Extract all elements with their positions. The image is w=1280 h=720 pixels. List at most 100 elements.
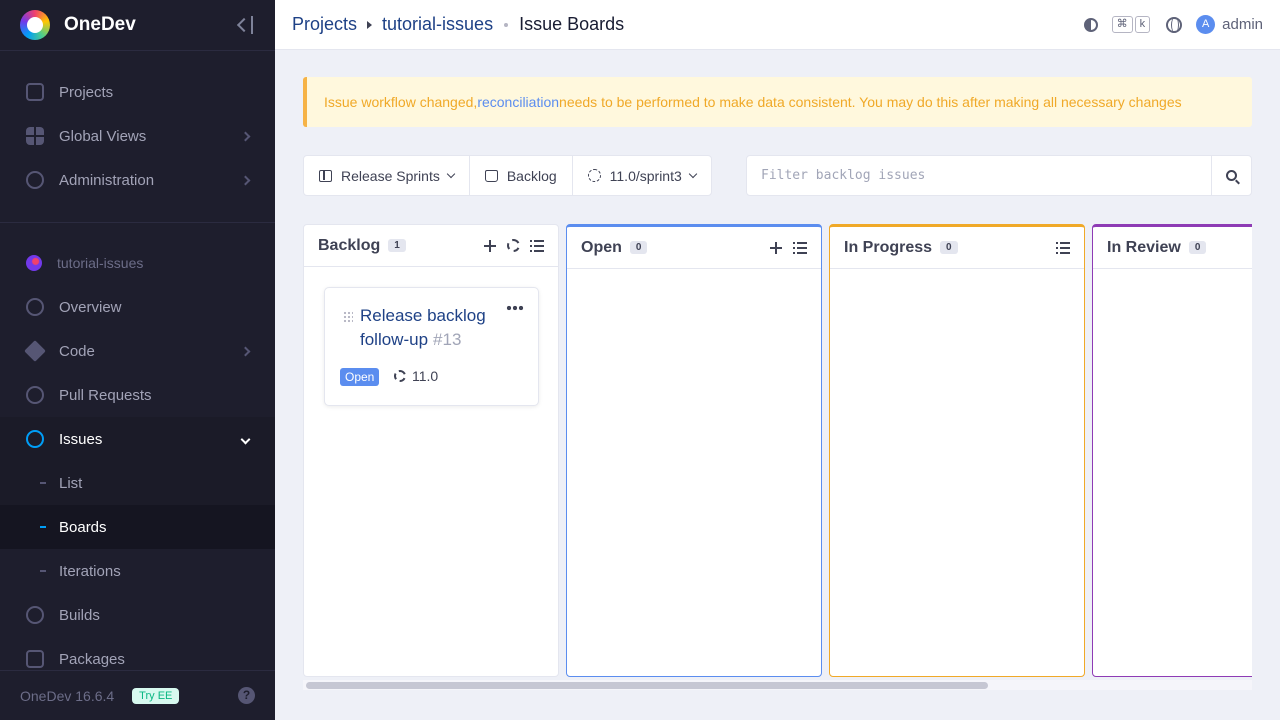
sidebar-item-label: Global Views [59,127,147,145]
sidebar-subitem-label: Iterations [59,562,121,580]
sidebar-item-administration[interactable]: Administration [0,158,275,202]
chevron-down-icon [240,434,251,444]
collapse-sidebar-icon[interactable] [235,15,255,35]
list-icon[interactable] [530,238,544,253]
project-name: tutorial-issues [57,255,144,271]
sidebar-item-label: Pull Requests [59,386,152,404]
board-column-backlog: Backlog 1 Release backlog follow-up #13 O… [303,224,559,677]
sidebar-item-label: Builds [59,606,100,624]
drag-handle-icon[interactable] [343,311,353,323]
topbar-actions: ⌘ k A admin [1083,15,1263,34]
sidebar-item-label: Administration [59,171,155,189]
chevron-right-icon [240,131,251,141]
sidebar-item-builds[interactable]: Builds [0,593,275,637]
divider [0,222,275,223]
sidebar-item-global-views[interactable]: Global Views [0,114,275,158]
page-title: Issue Boards [519,14,625,34]
theme-toggle-icon[interactable] [1083,17,1098,32]
column-actions [1046,240,1070,255]
alert-text-suffix: needs to be performed to make data consi… [559,94,1182,110]
try-ee-badge[interactable]: Try EE [132,687,180,704]
iteration-icon [587,169,601,182]
status-badge: Open [340,368,380,386]
board-selector-button[interactable]: Release Sprints [304,156,470,195]
dash-icon [40,570,46,572]
user-name[interactable]: admin [1222,16,1263,33]
iteration-icon[interactable] [507,239,520,252]
column-title: Backlog [318,236,381,254]
column-count-badge: 1 [388,239,406,252]
brand: OneDev [0,0,275,50]
git-icon [24,340,46,362]
board-column-in-progress: In Progress 0 [829,224,1085,677]
backlog-filter [746,155,1252,196]
breadcrumb-project[interactable]: tutorial-issues [382,14,493,35]
issue-title-text: Release backlog follow-up [360,306,486,349]
rocket-icon [26,255,42,271]
sidebar-item-projects[interactable]: Projects [0,70,275,114]
sidebar-subitem-iterations[interactable]: Iterations [0,549,275,593]
help-icon[interactable]: ? [238,687,255,704]
issues-icon [26,430,44,448]
iteration-icon [394,370,406,382]
onedev-logo-icon[interactable] [20,10,50,40]
sidebar: OneDev Projects Global Views Administrat… [0,0,275,720]
play-icon [26,606,44,624]
issue-iteration-label: 11.0 [412,368,439,384]
sidebar-subitem-boards[interactable]: Boards [0,505,275,549]
board-column-open: Open 0 [566,224,822,677]
chevron-down-icon [446,169,456,179]
reconciliation-link[interactable]: reconciliation [477,94,559,110]
column-title: Open [581,238,622,256]
scrollbar-thumb[interactable] [306,682,988,689]
issue-title[interactable]: Release backlog follow-up #13 [360,304,500,352]
filter-backlog-input[interactable] [747,156,1211,195]
grid-icon [26,127,44,145]
column-header: In Review 0 [1093,227,1252,269]
language-globe-icon[interactable] [1166,16,1183,33]
dash-icon [40,482,46,484]
column-count-badge: 0 [940,241,958,254]
add-issue-icon[interactable] [769,241,783,255]
backlog-toggle-button[interactable]: Backlog [470,156,573,195]
column-title: In Review [1107,238,1181,256]
chevron-down-icon [688,169,698,179]
sidebar-item-code[interactable]: Code [0,329,275,373]
chevron-right-icon [240,346,251,356]
sidebar-item-overview[interactable]: Overview [0,285,275,329]
board-selector-label: Release Sprints [341,167,440,184]
command-palette-shortcut[interactable]: ⌘ k [1111,16,1153,33]
issue-card[interactable]: Release backlog follow-up #13 Open 11.0 [324,287,539,406]
sidebar-project[interactable]: tutorial-issues [0,241,275,285]
horizontal-scrollbar[interactable] [303,680,1252,690]
iteration-selector-button[interactable]: 11.0/sprint3 [573,156,711,195]
sidebar-item-issues[interactable]: Issues [0,417,275,461]
sidebar-item-label: Code [59,342,95,360]
column-header: In Progress 0 [830,227,1084,269]
sidebar-subitem-list[interactable]: List [0,461,275,505]
list-icon[interactable] [793,240,807,255]
list-icon[interactable] [1056,240,1070,255]
brand-name[interactable]: OneDev [64,14,136,36]
alert-text-prefix: Issue workflow changed, [324,94,478,110]
inbox-icon [484,169,498,182]
column-count-badge: 0 [629,241,648,254]
topbar: Projects tutorial-issues Issue Boards ⌘ … [275,0,1280,50]
issue-number: #13 [433,330,462,349]
project-icon [26,83,44,101]
sidebar-item-pull-requests[interactable]: Pull Requests [0,373,275,417]
breadcrumb-projects[interactable]: Projects [292,14,357,35]
add-issue-icon[interactable] [483,239,497,253]
board-icon [319,169,332,182]
avatar[interactable]: A [1196,15,1216,34]
pull-request-icon [26,386,44,404]
more-options-icon[interactable] [506,305,524,311]
search-icon [1226,170,1237,181]
kbd-key: ⌘ [1111,16,1133,33]
gauge-icon [26,298,44,316]
package-icon [26,650,44,668]
column-header: Open 0 [567,227,821,269]
column-header: Backlog 1 [304,225,558,267]
sidebar-item-label: Issues [59,430,103,448]
filter-search-button[interactable] [1211,156,1251,195]
